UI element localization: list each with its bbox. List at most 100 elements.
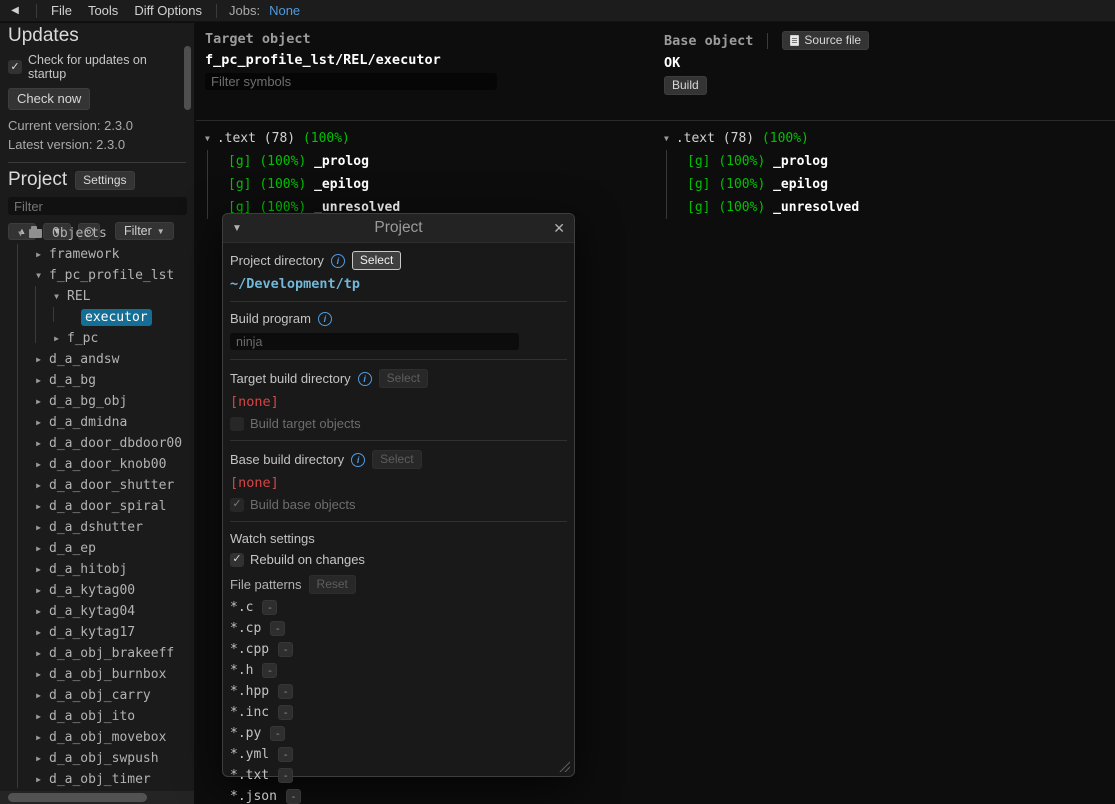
base-build-select-button[interactable]: Select [372, 450, 421, 469]
info-icon[interactable]: i [358, 372, 372, 386]
collapsed-arrow-icon[interactable]: ▶ [32, 754, 45, 763]
tree-item-d_a_andsw[interactable]: ▶d_a_andsw [0, 349, 182, 370]
tree-item-d_a_kytag00[interactable]: ▶d_a_kytag00 [0, 580, 182, 601]
collapsed-arrow-icon[interactable]: ▶ [32, 586, 45, 595]
collapse-icon[interactable]: ▼ [232, 223, 252, 234]
tree-item-d_a_dshutter[interactable]: ▶d_a_dshutter [0, 517, 182, 538]
close-icon[interactable]: ✕ [545, 220, 565, 237]
tree-item-f_pc[interactable]: ▶f_pc [0, 328, 182, 349]
collapsed-arrow-icon[interactable]: ▶ [32, 502, 45, 511]
expanded-arrow-icon[interactable]: ▼ [205, 134, 210, 143]
expanded-arrow-icon[interactable]: ▼ [32, 271, 45, 280]
collapsed-arrow-icon[interactable]: ▶ [32, 649, 45, 658]
tree-item-d_a_obj_movebox[interactable]: ▶d_a_obj_movebox [0, 727, 182, 748]
tree-item-d_a_obj_ito[interactable]: ▶d_a_obj_ito [0, 706, 182, 727]
tree-item-d_a_obj_carry[interactable]: ▶d_a_obj_carry [0, 685, 182, 706]
check-now-button[interactable]: Check now [8, 88, 90, 110]
tree-item-d_a_obj_brakeeff[interactable]: ▶d_a_obj_brakeeff [0, 643, 182, 664]
menu-item-diff-options[interactable]: Diff Options [126, 1, 210, 20]
sidebar-horizontal-scrollbar-thumb[interactable] [8, 793, 147, 802]
jobs-none-link[interactable]: None [269, 3, 300, 18]
tree-item-Objects[interactable]: ▼Objects [0, 223, 182, 244]
section-header-text[interactable]: ▼.text (78) (100%) [655, 127, 1114, 150]
build-base-objects-checkbox-row[interactable]: Build base objects [230, 497, 567, 512]
source-file-button[interactable]: Source file [782, 31, 869, 50]
remove-pattern-button[interactable]: - [286, 789, 301, 804]
remove-pattern-button[interactable]: - [262, 600, 277, 615]
collapsed-arrow-icon[interactable]: ▶ [50, 334, 63, 343]
remove-pattern-button[interactable]: - [278, 705, 293, 720]
tree-item-REL[interactable]: ▼REL [0, 286, 182, 307]
checkbox-icon[interactable] [230, 553, 244, 567]
checkbox-icon[interactable] [8, 60, 22, 74]
collapsed-arrow-icon[interactable]: ▶ [32, 628, 45, 637]
tree-item-d_a_door_spiral[interactable]: ▶d_a_door_spiral [0, 496, 182, 517]
remove-pattern-button[interactable]: - [278, 768, 293, 783]
remove-pattern-button[interactable]: - [262, 663, 277, 678]
collapsed-arrow-icon[interactable]: ▶ [32, 439, 45, 448]
build-target-objects-checkbox-row[interactable]: Build target objects [230, 416, 567, 431]
rebuild-on-changes-checkbox-row[interactable]: Rebuild on changes [230, 552, 567, 567]
collapsed-arrow-icon[interactable]: ▶ [32, 523, 45, 532]
project-filter-input[interactable] [8, 197, 187, 215]
remove-pattern-button[interactable]: - [270, 621, 285, 636]
info-icon[interactable]: i [318, 312, 332, 326]
expanded-arrow-icon[interactable]: ▼ [664, 134, 669, 143]
symbol-row-_epilog[interactable]: [g] (100%) _epilog [655, 173, 1114, 196]
tree-item-d_a_dmidna[interactable]: ▶d_a_dmidna [0, 412, 182, 433]
build-button[interactable]: Build [664, 76, 707, 95]
collapsed-arrow-icon[interactable]: ▶ [32, 565, 45, 574]
collapsed-arrow-icon[interactable]: ▶ [32, 544, 45, 553]
checkbox-icon[interactable] [230, 498, 244, 512]
collapsed-arrow-icon[interactable]: ▶ [32, 460, 45, 469]
tree-item-executor[interactable]: executor [0, 307, 182, 328]
remove-pattern-button[interactable]: - [278, 642, 293, 657]
collapsed-arrow-icon[interactable]: ▶ [32, 607, 45, 616]
sidebar-vertical-scrollbar[interactable] [184, 46, 191, 110]
collapsed-arrow-icon[interactable]: ▶ [32, 691, 45, 700]
sidebar-horizontal-scrollbar-track[interactable] [0, 791, 194, 804]
build-program-input[interactable] [230, 333, 519, 350]
tree-item-f_pc_profile_lst[interactable]: ▼f_pc_profile_lst [0, 265, 182, 286]
tree-item-d_a_kytag17[interactable]: ▶d_a_kytag17 [0, 622, 182, 643]
reset-patterns-button[interactable]: Reset [309, 575, 356, 594]
tree-item-d_a_obj_swpush[interactable]: ▶d_a_obj_swpush [0, 748, 182, 769]
project-dialog-titlebar[interactable]: ▼ Project ✕ [223, 214, 574, 243]
symbol-row-_prolog[interactable]: [g] (100%) _prolog [196, 150, 655, 173]
tree-item-d_a_door_dbdoor00[interactable]: ▶d_a_door_dbdoor00 [0, 433, 182, 454]
checkbox-icon[interactable] [230, 417, 244, 431]
collapsed-arrow-icon[interactable]: ▶ [32, 397, 45, 406]
project-directory-select-button[interactable]: Select [352, 251, 401, 270]
back-icon[interactable]: ◀ [0, 5, 30, 16]
tree-item-d_a_door_knob00[interactable]: ▶d_a_door_knob00 [0, 454, 182, 475]
expanded-arrow-icon[interactable]: ▼ [50, 292, 63, 301]
menu-item-tools[interactable]: Tools [80, 1, 126, 20]
menu-item-file[interactable]: File [43, 1, 80, 20]
collapsed-arrow-icon[interactable]: ▶ [32, 418, 45, 427]
collapsed-arrow-icon[interactable]: ▶ [32, 250, 45, 259]
collapsed-arrow-icon[interactable]: ▶ [32, 712, 45, 721]
tree-item-d_a_door_shutter[interactable]: ▶d_a_door_shutter [0, 475, 182, 496]
remove-pattern-button[interactable]: - [278, 684, 293, 699]
info-icon[interactable]: i [331, 254, 345, 268]
updates-startup-checkbox-row[interactable]: Check for updates on startup [8, 53, 186, 81]
collapsed-arrow-icon[interactable]: ▶ [32, 355, 45, 364]
filter-symbols-input[interactable] [205, 73, 497, 90]
collapsed-arrow-icon[interactable]: ▶ [32, 670, 45, 679]
settings-button[interactable]: Settings [75, 171, 134, 190]
tree-item-d_a_bg[interactable]: ▶d_a_bg [0, 370, 182, 391]
tree-item-d_a_hitobj[interactable]: ▶d_a_hitobj [0, 559, 182, 580]
symbol-row-_prolog[interactable]: [g] (100%) _prolog [655, 150, 1114, 173]
target-build-select-button[interactable]: Select [379, 369, 428, 388]
tree-item-d_a_ep[interactable]: ▶d_a_ep [0, 538, 182, 559]
info-icon[interactable]: i [351, 453, 365, 467]
tree-item-d_a_bg_obj[interactable]: ▶d_a_bg_obj [0, 391, 182, 412]
tree-item-framework[interactable]: ▶framework [0, 244, 182, 265]
tree-item-d_a_kytag04[interactable]: ▶d_a_kytag04 [0, 601, 182, 622]
collapsed-arrow-icon[interactable]: ▶ [32, 733, 45, 742]
symbol-row-_unresolved[interactable]: [g] (100%) _unresolved [655, 196, 1114, 219]
collapsed-arrow-icon[interactable]: ▶ [32, 376, 45, 385]
collapsed-arrow-icon[interactable]: ▶ [32, 481, 45, 490]
collapsed-arrow-icon[interactable]: ▶ [32, 775, 45, 784]
remove-pattern-button[interactable]: - [270, 726, 285, 741]
